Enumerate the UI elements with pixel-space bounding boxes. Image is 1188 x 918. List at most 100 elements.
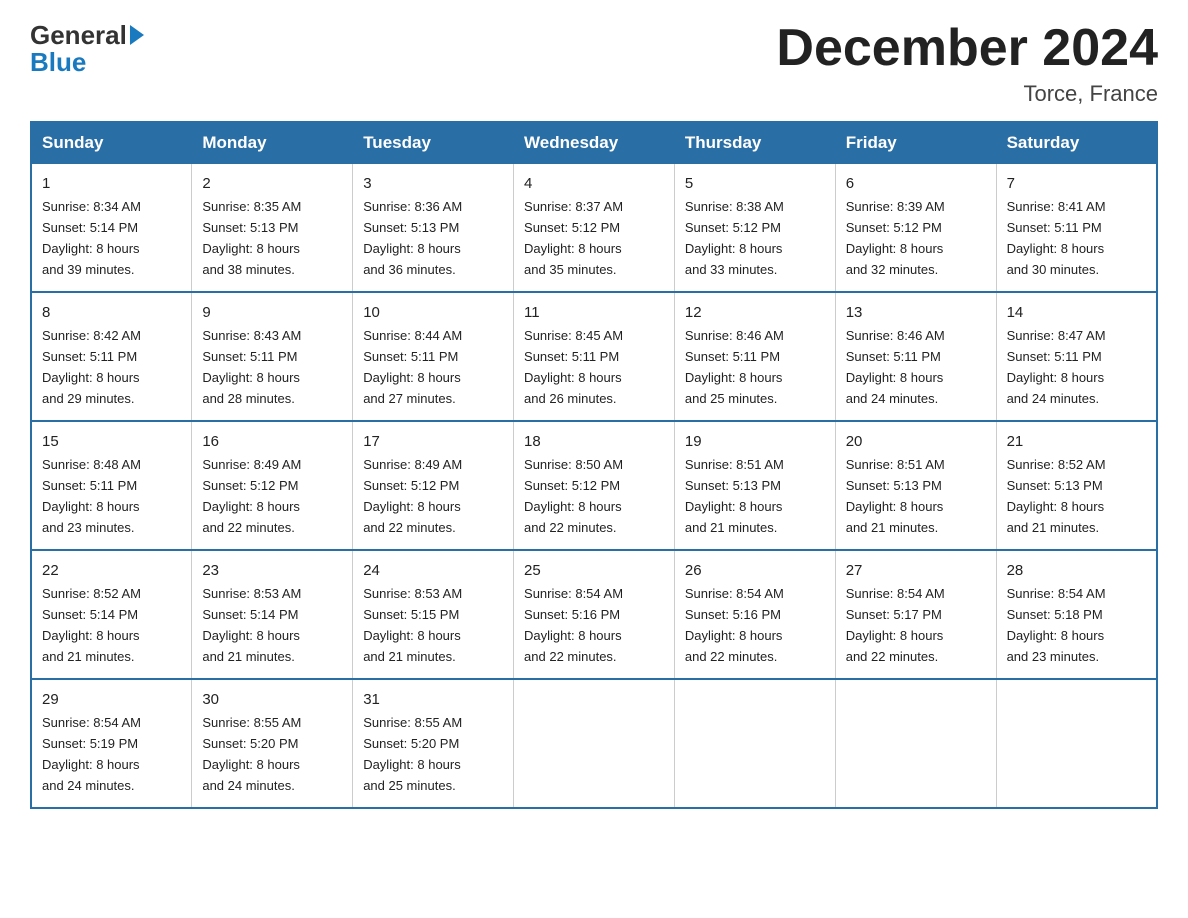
table-row: 2 Sunrise: 8:35 AMSunset: 5:13 PMDaylight…: [192, 164, 353, 292]
day-info: Sunrise: 8:38 AMSunset: 5:12 PMDaylight:…: [685, 199, 784, 277]
table-row: 6Sunrise: 8:39 AMSunset: 5:12 PMDaylight…: [835, 164, 996, 292]
day-info: Sunrise: 8:52 AMSunset: 5:13 PMDaylight:…: [1007, 457, 1106, 535]
day-number: 13: [846, 301, 986, 324]
table-row: 7 Sunrise: 8:41 AMSunset: 5:11 PMDaylight…: [996, 164, 1157, 292]
table-row: 22Sunrise: 8:52 AMSunset: 5:14 PMDayligh…: [31, 550, 192, 679]
day-info: Sunrise: 8:54 AMSunset: 5:16 PMDaylight:…: [524, 586, 623, 664]
table-row: 18 Sunrise: 8:50 AMSunset: 5:12 PMDayligh…: [514, 421, 675, 550]
day-number: 30: [202, 688, 342, 711]
logo-arrow-icon: [130, 25, 144, 45]
day-number: 31: [363, 688, 503, 711]
table-row: 24Sunrise: 8:53 AMSunset: 5:15 PMDayligh…: [353, 550, 514, 679]
day-number: 17: [363, 430, 503, 453]
table-row: 21 Sunrise: 8:52 AMSunset: 5:13 PMDayligh…: [996, 421, 1157, 550]
col-saturday: Saturday: [996, 122, 1157, 164]
day-number: 29: [42, 688, 181, 711]
day-info: Sunrise: 8:34 AMSunset: 5:14 PMDaylight:…: [42, 199, 141, 277]
day-number: 27: [846, 559, 986, 582]
table-row: 12 Sunrise: 8:46 AMSunset: 5:11 PMDayligh…: [674, 292, 835, 421]
table-row: 8 Sunrise: 8:42 AMSunset: 5:11 PMDaylight…: [31, 292, 192, 421]
day-number: 3: [363, 172, 503, 195]
day-info: Sunrise: 8:37 AMSunset: 5:12 PMDaylight:…: [524, 199, 623, 277]
day-info: Sunrise: 8:49 AMSunset: 5:12 PMDaylight:…: [363, 457, 462, 535]
day-number: 7: [1007, 172, 1146, 195]
table-row: 16 Sunrise: 8:49 AMSunset: 5:12 PMDayligh…: [192, 421, 353, 550]
table-row: [514, 679, 675, 808]
day-info: Sunrise: 8:54 AMSunset: 5:19 PMDaylight:…: [42, 715, 141, 793]
calendar-week-row: 8 Sunrise: 8:42 AMSunset: 5:11 PMDaylight…: [31, 292, 1157, 421]
day-number: 18: [524, 430, 664, 453]
table-row: 15Sunrise: 8:48 AMSunset: 5:11 PMDayligh…: [31, 421, 192, 550]
day-number: 4: [524, 172, 664, 195]
day-number: 2: [202, 172, 342, 195]
calendar-header-row: Sunday Monday Tuesday Wednesday Thursday…: [31, 122, 1157, 164]
day-info: Sunrise: 8:54 AMSunset: 5:16 PMDaylight:…: [685, 586, 784, 664]
day-info: Sunrise: 8:53 AMSunset: 5:14 PMDaylight:…: [202, 586, 301, 664]
day-info: Sunrise: 8:52 AMSunset: 5:14 PMDaylight:…: [42, 586, 141, 664]
day-number: 12: [685, 301, 825, 324]
day-info: Sunrise: 8:51 AMSunset: 5:13 PMDaylight:…: [685, 457, 784, 535]
table-row: [674, 679, 835, 808]
table-row: 23 Sunrise: 8:53 AMSunset: 5:14 PMDayligh…: [192, 550, 353, 679]
table-row: 11 Sunrise: 8:45 AMSunset: 5:11 PMDayligh…: [514, 292, 675, 421]
day-number: 20: [846, 430, 986, 453]
table-row: 20 Sunrise: 8:51 AMSunset: 5:13 PMDayligh…: [835, 421, 996, 550]
col-tuesday: Tuesday: [353, 122, 514, 164]
location: Torce, France: [776, 81, 1158, 107]
day-number: 5: [685, 172, 825, 195]
day-number: 11: [524, 301, 664, 324]
month-title: December 2024: [776, 20, 1158, 77]
table-row: 17 Sunrise: 8:49 AMSunset: 5:12 PMDayligh…: [353, 421, 514, 550]
col-wednesday: Wednesday: [514, 122, 675, 164]
table-row: 26 Sunrise: 8:54 AMSunset: 5:16 PMDayligh…: [674, 550, 835, 679]
day-info: Sunrise: 8:54 AMSunset: 5:17 PMDaylight:…: [846, 586, 945, 664]
table-row: 31Sunrise: 8:55 AMSunset: 5:20 PMDayligh…: [353, 679, 514, 808]
day-info: Sunrise: 8:45 AMSunset: 5:11 PMDaylight:…: [524, 328, 623, 406]
day-info: Sunrise: 8:53 AMSunset: 5:15 PMDaylight:…: [363, 586, 462, 664]
day-info: Sunrise: 8:42 AMSunset: 5:11 PMDaylight:…: [42, 328, 141, 406]
table-row: 10Sunrise: 8:44 AMSunset: 5:11 PMDayligh…: [353, 292, 514, 421]
day-number: 21: [1007, 430, 1146, 453]
table-row: 28Sunrise: 8:54 AMSunset: 5:18 PMDayligh…: [996, 550, 1157, 679]
table-row: 29 Sunrise: 8:54 AMSunset: 5:19 PMDayligh…: [31, 679, 192, 808]
day-number: 16: [202, 430, 342, 453]
day-number: 6: [846, 172, 986, 195]
table-row: 3 Sunrise: 8:36 AMSunset: 5:13 PMDaylight…: [353, 164, 514, 292]
table-row: 25 Sunrise: 8:54 AMSunset: 5:16 PMDayligh…: [514, 550, 675, 679]
day-number: 19: [685, 430, 825, 453]
day-number: 10: [363, 301, 503, 324]
calendar-week-row: 1 Sunrise: 8:34 AMSunset: 5:14 PMDaylight…: [31, 164, 1157, 292]
day-number: 25: [524, 559, 664, 582]
table-row: 19 Sunrise: 8:51 AMSunset: 5:13 PMDayligh…: [674, 421, 835, 550]
day-number: 26: [685, 559, 825, 582]
table-row: 5 Sunrise: 8:38 AMSunset: 5:12 PMDaylight…: [674, 164, 835, 292]
calendar-table: Sunday Monday Tuesday Wednesday Thursday…: [30, 121, 1158, 809]
logo: General Blue: [30, 20, 144, 78]
day-info: Sunrise: 8:51 AMSunset: 5:13 PMDaylight:…: [846, 457, 945, 535]
calendar-week-row: 22Sunrise: 8:52 AMSunset: 5:14 PMDayligh…: [31, 550, 1157, 679]
col-thursday: Thursday: [674, 122, 835, 164]
table-row: 27 Sunrise: 8:54 AMSunset: 5:17 PMDayligh…: [835, 550, 996, 679]
day-number: 23: [202, 559, 342, 582]
day-info: Sunrise: 8:49 AMSunset: 5:12 PMDaylight:…: [202, 457, 301, 535]
day-number: 9: [202, 301, 342, 324]
title-area: December 2024 Torce, France: [776, 20, 1158, 107]
col-sunday: Sunday: [31, 122, 192, 164]
col-friday: Friday: [835, 122, 996, 164]
calendar-week-row: 15Sunrise: 8:48 AMSunset: 5:11 PMDayligh…: [31, 421, 1157, 550]
day-number: 15: [42, 430, 181, 453]
day-number: 8: [42, 301, 181, 324]
day-info: Sunrise: 8:36 AMSunset: 5:13 PMDaylight:…: [363, 199, 462, 277]
day-info: Sunrise: 8:35 AMSunset: 5:13 PMDaylight:…: [202, 199, 301, 277]
calendar-week-row: 29 Sunrise: 8:54 AMSunset: 5:19 PMDayligh…: [31, 679, 1157, 808]
logo-text-blue: Blue: [30, 47, 86, 78]
day-info: Sunrise: 8:46 AMSunset: 5:11 PMDaylight:…: [846, 328, 945, 406]
table-row: 9 Sunrise: 8:43 AMSunset: 5:11 PMDaylight…: [192, 292, 353, 421]
day-info: Sunrise: 8:50 AMSunset: 5:12 PMDaylight:…: [524, 457, 623, 535]
day-info: Sunrise: 8:43 AMSunset: 5:11 PMDaylight:…: [202, 328, 301, 406]
table-row: 1 Sunrise: 8:34 AMSunset: 5:14 PMDaylight…: [31, 164, 192, 292]
day-info: Sunrise: 8:41 AMSunset: 5:11 PMDaylight:…: [1007, 199, 1106, 277]
day-info: Sunrise: 8:46 AMSunset: 5:11 PMDaylight:…: [685, 328, 784, 406]
day-info: Sunrise: 8:55 AMSunset: 5:20 PMDaylight:…: [202, 715, 301, 793]
day-number: 1: [42, 172, 181, 195]
